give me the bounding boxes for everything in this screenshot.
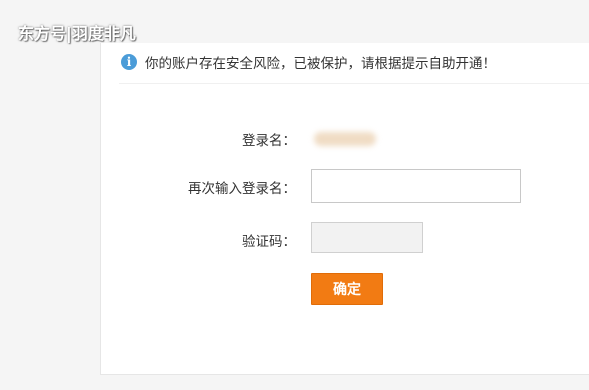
captcha-label: 验证码：: [242, 234, 296, 250]
captcha-input[interactable]: [311, 222, 423, 253]
verification-panel: i 你的账户存在安全风险，已被保护，请根据提示自助开通！ 登录名： 再次输入登录…: [100, 43, 589, 375]
confirm-username-label: 再次输入登录名：: [188, 181, 296, 197]
confirm-username-input[interactable]: [311, 169, 521, 203]
security-notice-text: 你的账户存在安全风险，已被保护，请根据提示自助开通！: [145, 56, 496, 72]
watermark-logo: 东方号|羽度非凡: [18, 24, 136, 43]
security-notice: i 你的账户存在安全风险，已被保护，请根据提示自助开通！: [121, 51, 496, 73]
notice-divider: [119, 83, 589, 84]
confirm-button[interactable]: 确定: [311, 273, 383, 305]
info-icon: i: [121, 54, 137, 70]
username-value-redacted: [314, 132, 376, 146]
username-label: 登录名：: [242, 133, 296, 149]
